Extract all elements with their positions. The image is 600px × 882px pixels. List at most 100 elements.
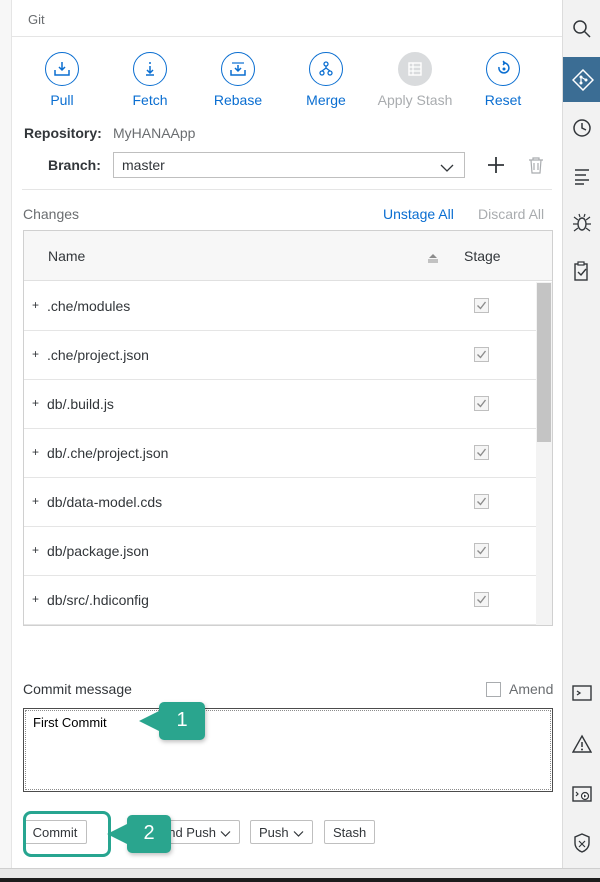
repository-value: MyHANAApp (113, 125, 196, 141)
table-row[interactable]: + .che/modules (24, 282, 536, 331)
callout-number: 1 (176, 709, 188, 731)
merge-button[interactable]: Merge (286, 52, 366, 108)
branch-value: master (122, 157, 165, 173)
apply-stash-label: Apply Stash (377, 92, 453, 108)
pull-label: Pull (50, 92, 74, 108)
rebase-icon (221, 52, 255, 86)
changes-table: Name Stage + .che/modules + .che/project.js… (23, 230, 553, 626)
step-callout-1: 1 (139, 702, 205, 740)
commit-button-highlight (23, 811, 111, 857)
sidebar-item-outline[interactable] (563, 159, 600, 193)
chevron-down-icon (216, 825, 231, 840)
file-name: db/.che/project.json (47, 445, 169, 461)
stage-checkbox[interactable] (474, 396, 489, 411)
fetch-button[interactable]: Fetch (110, 52, 190, 108)
fetch-label: Fetch (132, 92, 168, 108)
table-row[interactable]: + db/package.json (24, 527, 536, 576)
amend-label: Amend (509, 681, 554, 697)
apply-stash-icon (398, 52, 432, 86)
callout-number: 2 (143, 822, 155, 844)
table-row[interactable]: + db/.build.js (24, 380, 536, 429)
reset-icon (486, 52, 520, 86)
checkmark-icon (477, 301, 487, 310)
right-sidebar (562, 0, 600, 868)
rebase-button[interactable]: Rebase (198, 52, 278, 108)
reset-label: Reset (484, 92, 522, 108)
commit-message-input[interactable]: First Commit (23, 708, 553, 792)
file-name: db/data-model.cds (47, 494, 163, 510)
stage-checkbox[interactable] (474, 298, 489, 313)
reset-button[interactable]: Reset (463, 52, 543, 108)
checkmark-icon (477, 595, 487, 604)
file-name: .che/project.json (47, 347, 149, 363)
checkmark-icon (477, 546, 487, 555)
apply-stash-button[interactable]: Apply Stash (374, 52, 456, 108)
pull-button[interactable]: Pull (22, 52, 102, 108)
divider (12, 36, 562, 37)
scrollbar-thumb[interactable] (537, 283, 551, 442)
divider (22, 189, 552, 190)
stage-checkbox[interactable] (474, 592, 489, 607)
repository-label: Repository: (24, 125, 102, 141)
table-row[interactable]: + db/src/.hdiconfig (24, 576, 536, 625)
add-branch-button[interactable] (486, 153, 506, 177)
pull-icon (45, 52, 79, 86)
column-header-name[interactable]: Name (48, 248, 85, 264)
added-marker: + (32, 396, 40, 410)
rebase-label: Rebase (213, 92, 263, 108)
trash-icon (528, 157, 544, 178)
sidebar-item-tasks[interactable] (563, 254, 600, 288)
chevron-down-icon (289, 825, 304, 840)
table-row[interactable]: + db/.che/project.json (24, 429, 536, 478)
git-toolbar: Pull Fetch Rebase Merge Apply Stash Rese… (12, 52, 562, 112)
fetch-icon (133, 52, 167, 86)
sidebar-item-git[interactable] (563, 57, 600, 102)
push-label: Push (259, 825, 289, 840)
table-row[interactable]: + db/data-model.cds (24, 478, 536, 527)
window-edge (0, 878, 600, 882)
sidebar-item-security[interactable] (563, 826, 600, 860)
sidebar-item-debugger[interactable] (563, 205, 600, 239)
file-name: .che/modules (47, 298, 131, 314)
stage-checkbox[interactable] (474, 494, 489, 509)
table-body: + .che/modules + .che/project.json + db/.buil… (24, 282, 536, 625)
sidebar-item-problems[interactable] (563, 727, 600, 761)
file-name: db/.build.js (47, 396, 114, 412)
callout-pointer (139, 711, 159, 731)
checkmark-icon (477, 350, 487, 359)
checkmark-icon (477, 448, 487, 457)
added-marker: + (32, 347, 40, 361)
stage-checkbox[interactable] (474, 347, 489, 362)
discard-all-link[interactable]: Discard All (478, 206, 544, 222)
git-panel: Git Pull Fetch Rebase Merge Apply Stash … (12, 0, 562, 868)
callout-pointer (107, 824, 127, 844)
unstage-all-link[interactable]: Unstage All (383, 206, 454, 222)
sidebar-item-history[interactable] (563, 111, 600, 145)
left-gutter (0, 0, 12, 868)
stage-checkbox[interactable] (474, 543, 489, 558)
stash-button[interactable]: Stash (324, 820, 376, 844)
added-marker: + (32, 445, 40, 459)
table-row[interactable]: + .che/project.json (24, 331, 536, 380)
table-header: Name Stage (24, 231, 552, 281)
stage-checkbox[interactable] (474, 445, 489, 460)
commit-message-label: Commit message (23, 681, 132, 697)
checkmark-icon (477, 399, 487, 408)
added-marker: + (32, 298, 40, 312)
added-marker: + (32, 494, 40, 508)
push-button[interactable]: Push (250, 820, 313, 844)
sidebar-item-terminal[interactable] (563, 676, 600, 710)
step-callout-2: 2 (107, 815, 171, 853)
file-name: db/src/.hdiconfig (47, 592, 149, 608)
added-marker: + (32, 543, 40, 557)
sidebar-item-search[interactable] (563, 12, 600, 46)
sort-ascending-icon[interactable] (427, 250, 439, 268)
branch-select[interactable]: master (113, 152, 465, 178)
plus-icon (487, 153, 505, 180)
ide-window: Git Pull Fetch Rebase Merge Apply Stash … (0, 0, 600, 882)
amend-checkbox[interactable] (486, 682, 501, 697)
column-header-stage: Stage (464, 248, 501, 264)
sidebar-item-run-console[interactable] (563, 777, 600, 811)
merge-label: Merge (306, 92, 346, 108)
delete-branch-button[interactable] (528, 156, 544, 179)
